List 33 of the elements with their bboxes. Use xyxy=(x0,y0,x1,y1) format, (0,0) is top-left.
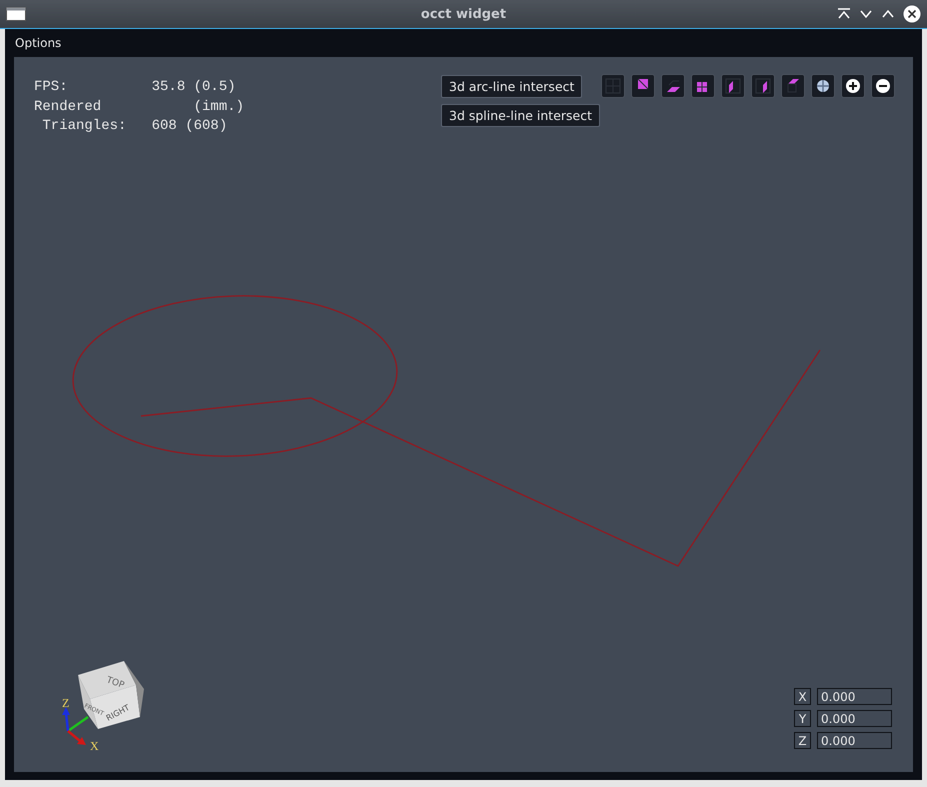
view-top-button[interactable] xyxy=(631,74,655,98)
grid-icon xyxy=(604,77,622,95)
axo-button[interactable] xyxy=(811,74,835,98)
view-right-button[interactable] xyxy=(751,74,775,98)
axis-label: Z xyxy=(794,732,811,749)
stats-text: Rendered (imm.) xyxy=(34,98,244,116)
crosshair-icon xyxy=(814,77,832,95)
view-back-button[interactable] xyxy=(781,74,805,98)
close-icon[interactable] xyxy=(903,5,921,23)
zoom-in-button[interactable] xyxy=(841,74,865,98)
zoom-out-button[interactable] xyxy=(871,74,895,98)
plus-icon xyxy=(844,77,862,95)
action-button[interactable]: 3d arc-line intersect xyxy=(441,75,582,98)
axis-label: Y xyxy=(794,710,811,727)
minimize-icon[interactable] xyxy=(859,8,873,20)
window-title: occt widget xyxy=(420,6,506,22)
coordinate-field[interactable]: 0.000 xyxy=(817,732,892,749)
maximize-icon[interactable] xyxy=(881,8,895,20)
view-front-button[interactable] xyxy=(691,74,715,98)
coordinate-field[interactable]: 0.000 xyxy=(817,688,892,705)
axis-label: X xyxy=(794,688,811,705)
window-icon xyxy=(6,7,26,21)
parallelogram-icon xyxy=(754,77,772,95)
view-bottom-button[interactable] xyxy=(661,74,685,98)
minus-icon xyxy=(874,77,892,95)
stats-text: FPS: 35.8 (0.5) xyxy=(34,78,237,97)
coordinate-field[interactable]: 0.000 xyxy=(817,710,892,727)
parallelogram-icon xyxy=(724,77,742,95)
stats-text: Triangles: 608 (608) xyxy=(41,117,228,136)
action-button[interactable]: 3d spline-line intersect xyxy=(441,104,600,127)
menu-item[interactable]: Options xyxy=(15,36,62,50)
keep-above-icon[interactable] xyxy=(837,8,851,20)
view-left-button[interactable] xyxy=(721,74,745,98)
